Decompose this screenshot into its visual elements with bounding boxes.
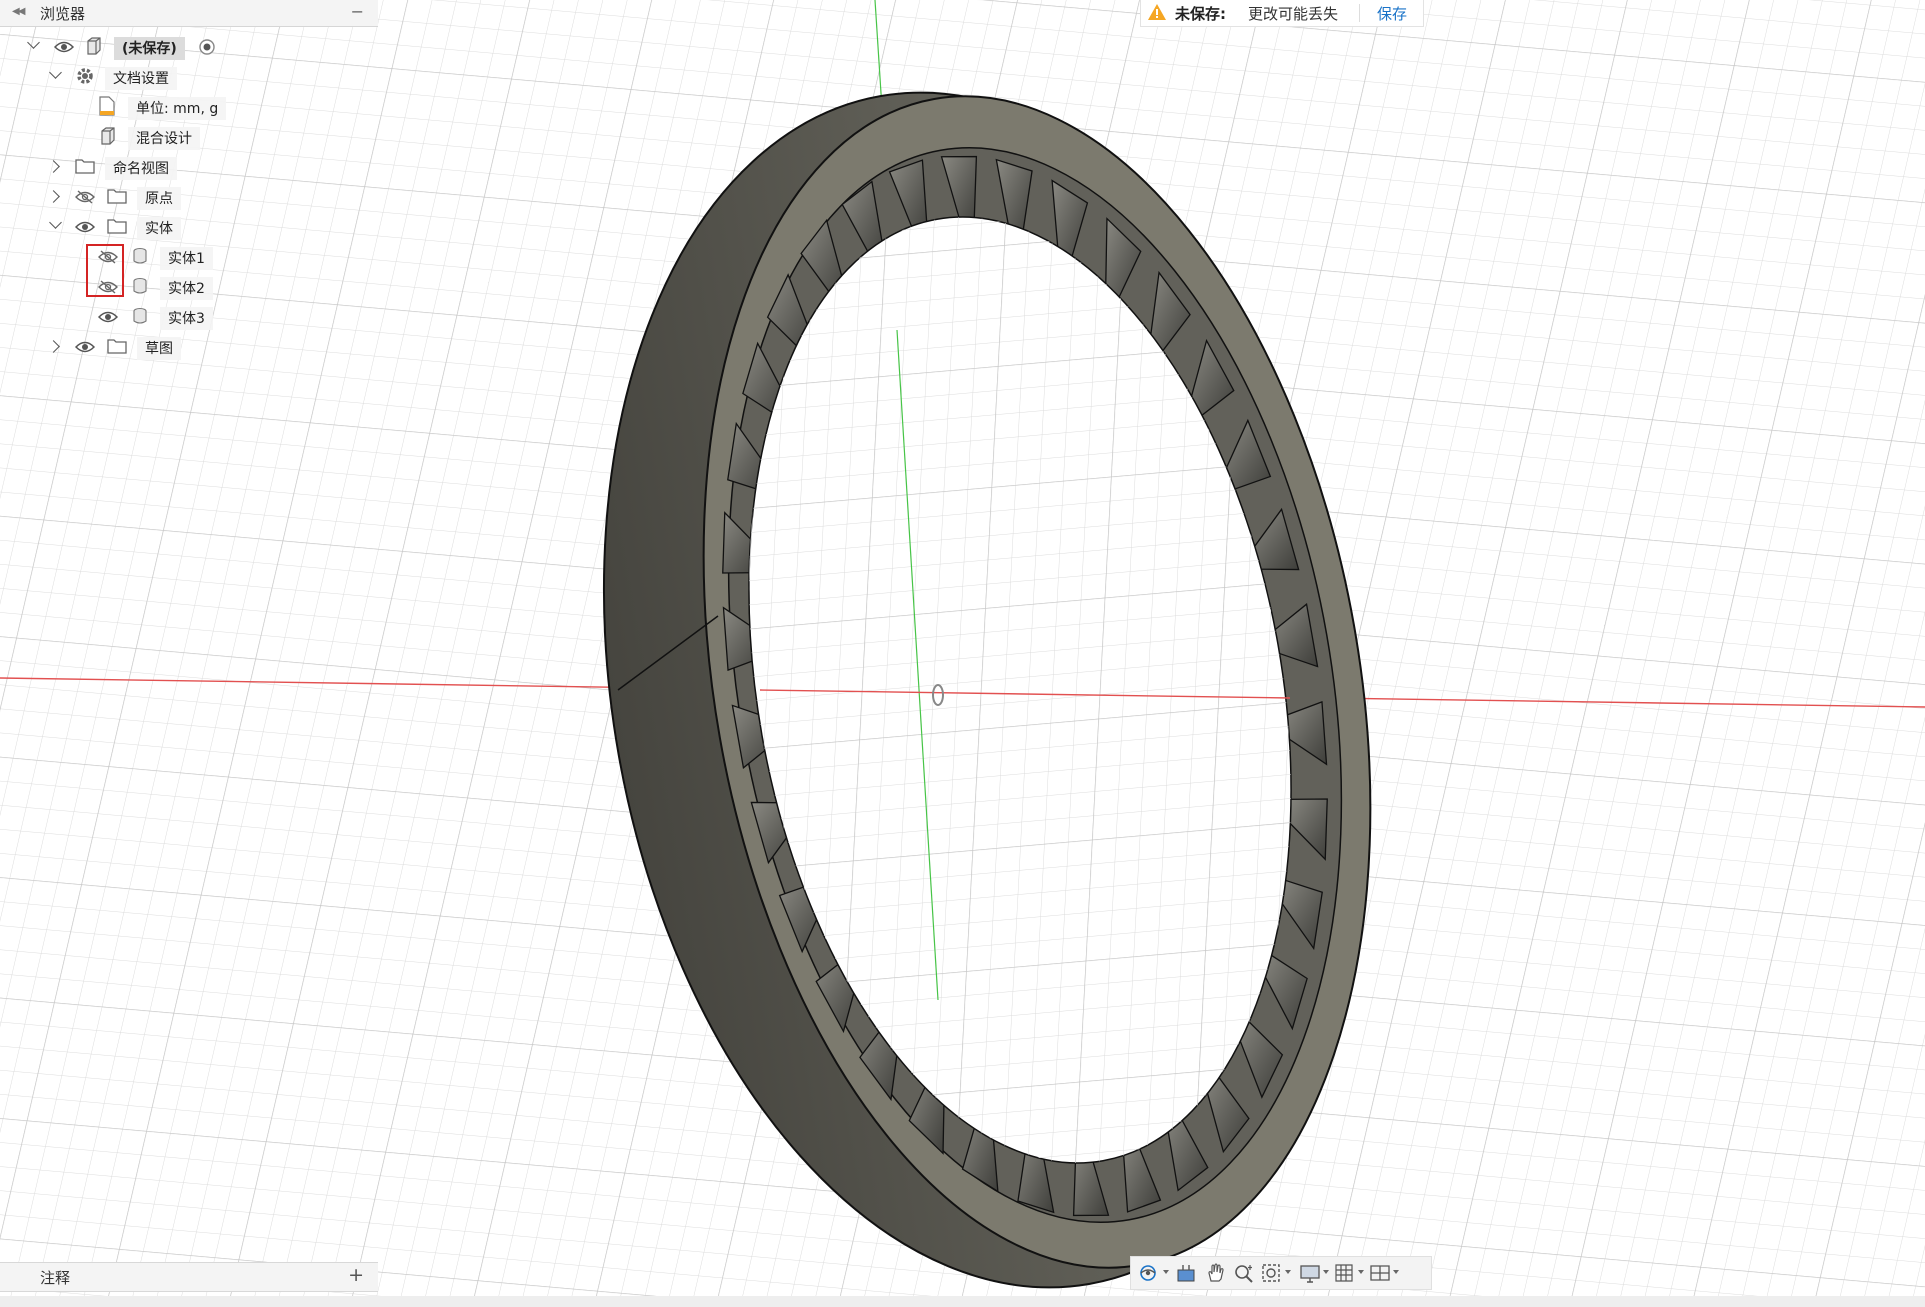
pan-icon[interactable] — [1205, 1263, 1227, 1283]
body-icon — [133, 247, 147, 264]
tree-item-label: 草图 — [137, 337, 181, 360]
annotations-title: 注释 — [40, 1269, 71, 1287]
design-type-icon — [101, 127, 115, 145]
orbit-icon[interactable] — [1138, 1263, 1160, 1283]
tree-item-label: 实体1 — [160, 247, 213, 270]
tree-item-sketches[interactable]: 草图 — [0, 332, 378, 360]
warning-icon — [1148, 4, 1166, 20]
gear-icon — [77, 68, 93, 84]
tree-item-label: 实体 — [137, 217, 181, 240]
chevron-right-icon[interactable] — [47, 190, 60, 203]
chevron-down-icon[interactable] — [49, 66, 62, 79]
tree-item-label: 命名视图 — [105, 157, 177, 180]
folder-icon — [75, 159, 95, 174]
browser-panel: ◀◀ 浏览器 − (未保存) 文档设置 单位: mm, g 混合设计 命名视图 … — [0, 0, 378, 360]
zoom-icon[interactable] — [1233, 1263, 1255, 1283]
eye-hidden-icon[interactable] — [75, 190, 95, 204]
chevron-right-icon[interactable] — [47, 160, 60, 173]
tree-item-label: 实体2 — [160, 277, 213, 300]
folder-icon — [107, 339, 127, 354]
tree-item-bodies[interactable]: 实体 — [0, 212, 378, 240]
fit-icon[interactable] — [1261, 1263, 1283, 1283]
tree-item-units[interactable]: 单位: mm, g — [0, 92, 378, 120]
tree-item-body2[interactable]: 实体2 — [0, 272, 378, 300]
root-label: (未保存) — [114, 37, 185, 60]
viewports-dropdown-icon[interactable] — [1393, 1270, 1399, 1274]
tree-item-label: 实体3 — [160, 307, 213, 330]
tree-item-origin[interactable]: 原点 — [0, 182, 378, 210]
unsaved-label: 未保存: — [1175, 5, 1226, 23]
tree-item-document-settings[interactable]: 文档设置 — [0, 62, 378, 90]
orbit-dropdown-icon[interactable] — [1163, 1270, 1169, 1274]
eye-icon[interactable] — [54, 40, 74, 54]
tree-root[interactable]: (未保存) — [0, 32, 378, 60]
document-units-icon — [99, 96, 115, 116]
tree-item-label: 混合设计 — [128, 127, 200, 150]
tree-item-named-views[interactable]: 命名视图 — [0, 152, 378, 180]
active-radio-icon[interactable] — [198, 38, 216, 56]
fit-dropdown-icon[interactable] — [1285, 1270, 1291, 1274]
minimize-icon[interactable]: − — [351, 2, 364, 21]
eye-icon[interactable] — [98, 310, 118, 324]
tree-item-label: 单位: mm, g — [128, 97, 227, 120]
display-dropdown-icon[interactable] — [1323, 1270, 1329, 1274]
tree-item-hybrid-design[interactable]: 混合设计 — [0, 122, 378, 150]
eye-icon[interactable] — [75, 340, 95, 354]
eye-icon[interactable] — [75, 220, 95, 234]
folder-icon — [107, 219, 127, 234]
highlight-box — [86, 244, 124, 297]
chevron-down-icon[interactable] — [27, 36, 40, 49]
body-icon — [133, 307, 147, 324]
body-icon — [133, 277, 147, 294]
tree-item-body1[interactable]: 实体1 — [0, 242, 378, 270]
unsaved-message: 更改可能丢失 — [1248, 5, 1339, 23]
add-icon[interactable]: + — [348, 1264, 364, 1286]
annotations-panel: 注释 + — [0, 1262, 378, 1292]
save-link[interactable]: 保存 — [1377, 3, 1407, 24]
unsaved-notice: 未保存: 更改可能丢失 保存 — [1140, 0, 1424, 27]
chevron-down-icon[interactable] — [49, 216, 62, 229]
divider — [1359, 4, 1360, 22]
browser-title: 浏览器 — [40, 5, 86, 23]
folder-icon — [107, 189, 127, 204]
navigation-toolbar — [1130, 1256, 1432, 1290]
tree-item-label: 原点 — [137, 187, 181, 210]
viewports-icon[interactable] — [1369, 1263, 1391, 1283]
grid-icon[interactable] — [1334, 1263, 1356, 1283]
status-bar — [0, 1296, 1925, 1307]
look-at-icon[interactable] — [1175, 1263, 1197, 1283]
chevron-right-icon[interactable] — [47, 340, 60, 353]
display-settings-icon[interactable] — [1299, 1263, 1321, 1283]
tree-item-label: 文档设置 — [105, 67, 177, 90]
collapse-panel-icon[interactable]: ◀◀ — [12, 6, 25, 17]
component-icon — [87, 37, 101, 55]
tree-item-body3[interactable]: 实体3 — [0, 302, 378, 330]
browser-header: ◀◀ 浏览器 − — [0, 0, 378, 27]
grid-dropdown-icon[interactable] — [1358, 1270, 1364, 1274]
